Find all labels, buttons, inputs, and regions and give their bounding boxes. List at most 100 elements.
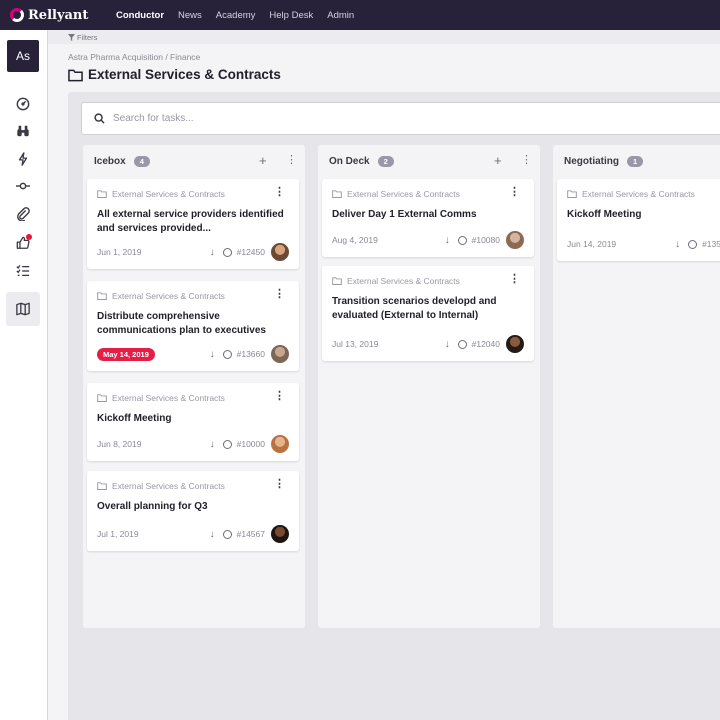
column-count-badge: 2 (377, 155, 394, 167)
card-menu-icon[interactable]: ⋮ (509, 274, 520, 285)
attachment-icon[interactable] (14, 205, 32, 223)
column-title: On Deck (329, 155, 370, 167)
card-title: Deliver Day 1 External Comms (332, 209, 477, 220)
breadcrumb[interactable]: Astra Pharma Acquisition / Finance (68, 52, 200, 62)
task-card[interactable]: External Services & Contracts ⋮ Distribu… (87, 281, 299, 371)
card-id: #12450 (236, 247, 265, 257)
commit-icon[interactable] (14, 177, 32, 195)
card-footer: Aug 4, 2019 ↓ #10080 (332, 231, 524, 249)
column-negotiating: Negotiating 1 External Services & Contra… (553, 145, 720, 628)
lightning-icon[interactable] (14, 150, 32, 168)
card-title: All external service providers identifie… (97, 209, 284, 234)
column-header: Icebox 4 + ⋮ (83, 145, 305, 177)
search-icon (94, 113, 105, 124)
card-menu-icon[interactable]: ⋮ (274, 289, 285, 300)
card-project-label: External Services & Contracts (347, 276, 460, 286)
nav-item-news[interactable]: News (178, 10, 202, 21)
assignee-avatar[interactable] (271, 435, 289, 453)
priority-arrow-icon: ↓ (209, 438, 215, 450)
card-project-label: External Services & Contracts (112, 291, 225, 301)
folder-icon (68, 69, 83, 81)
folder-icon (567, 190, 577, 198)
folder-icon (332, 190, 342, 198)
status-circle-icon (688, 239, 698, 249)
task-card[interactable]: External Services & Contracts ⋮ Kickoff … (87, 383, 299, 461)
logo-text: Rellyant (28, 7, 89, 23)
folder-icon (332, 277, 342, 285)
priority-arrow-icon: ↓ (209, 348, 215, 360)
card-project: External Services & Contracts (97, 291, 225, 301)
card-project-label: External Services & Contracts (582, 189, 695, 199)
status-circle-icon (222, 247, 232, 257)
folder-icon (97, 190, 107, 198)
filters-bar[interactable]: Filters (48, 30, 720, 44)
add-card-icon[interactable]: + (494, 154, 502, 167)
filter-icon (68, 33, 75, 41)
nav-item-help-desk[interactable]: Help Desk (269, 10, 313, 21)
thumbs-up-icon[interactable] (14, 234, 32, 252)
card-project: External Services & Contracts (332, 189, 460, 199)
column-title: Icebox (94, 155, 126, 167)
card-title: Overall planning for Q3 (97, 501, 208, 512)
card-id: #10080 (471, 235, 500, 245)
assignee-avatar[interactable] (506, 335, 524, 353)
priority-arrow-icon: ↓ (444, 338, 450, 350)
search-bar (81, 102, 720, 135)
card-project-label: External Services & Contracts (112, 393, 225, 403)
card-menu-icon[interactable]: ⋮ (274, 479, 285, 490)
status-circle-icon (457, 339, 467, 349)
card-menu-icon[interactable]: ⋮ (274, 391, 285, 402)
task-card[interactable]: External Services & Contracts ⋮ Deliver … (322, 179, 534, 257)
priority-arrow-icon: ↓ (209, 528, 215, 540)
filters-label: Filters (77, 32, 98, 42)
card-footer: Jun 1, 2019 ↓ #12450 (97, 243, 289, 261)
card-date: Jul 13, 2019 (332, 339, 379, 349)
status-circle-icon (222, 349, 232, 359)
search-input[interactable] (113, 113, 513, 124)
card-project: External Services & Contracts (332, 276, 460, 286)
page-title: External Services & Contracts (68, 67, 281, 82)
workspace-avatar[interactable]: As (7, 40, 39, 72)
card-project-label: External Services & Contracts (347, 189, 460, 199)
column-on-deck: On Deck 2 + ⋮ External Services & Contra… (318, 145, 540, 628)
card-footer: Jul 1, 2019 ↓ #14567 (97, 525, 289, 543)
folder-icon (97, 292, 107, 300)
card-footer: May 14, 2019 ↓ #13660 (97, 345, 289, 363)
logo[interactable]: Rellyant (10, 8, 102, 23)
card-footer: Jun 8, 2019 ↓ #10000 (97, 435, 289, 453)
task-card[interactable]: External Services & Contracts Kickoff Me… (557, 179, 720, 261)
column-count-badge: 4 (133, 155, 150, 167)
card-menu-icon[interactable]: ⋮ (509, 187, 520, 198)
assignee-avatar[interactable] (271, 345, 289, 363)
nav-item-academy[interactable]: Academy (216, 10, 256, 21)
card-id: #13660 (236, 349, 265, 359)
card-menu-icon[interactable]: ⋮ (274, 187, 285, 198)
task-card[interactable]: External Services & Contracts ⋮ Overall … (87, 471, 299, 551)
map-icon[interactable] (14, 300, 32, 318)
nav-item-conductor[interactable]: Conductor (116, 10, 164, 21)
column-icebox: Icebox 4 + ⋮ External Services & Contrac… (83, 145, 305, 628)
priority-arrow-icon: ↓ (209, 246, 215, 258)
page-title-text: External Services & Contracts (88, 67, 281, 82)
folder-icon (97, 482, 107, 490)
assignee-avatar[interactable] (271, 525, 289, 543)
task-card[interactable]: External Services & Contracts ⋮ Transiti… (322, 266, 534, 361)
assignee-avatar[interactable] (506, 231, 524, 249)
card-project-label: External Services & Contracts (112, 481, 225, 491)
card-date: Jun 14, 2019 (567, 239, 617, 249)
task-card[interactable]: External Services & Contracts ⋮ All exte… (87, 179, 299, 269)
card-id: #10000 (236, 439, 265, 449)
column-header: Negotiating 1 (553, 145, 720, 177)
card-project: External Services & Contracts (97, 393, 225, 403)
nav-item-admin[interactable]: Admin (327, 10, 354, 21)
card-title: Transition scenarios developd and evalua… (332, 296, 497, 321)
add-card-icon[interactable]: + (259, 154, 267, 167)
checklist-icon[interactable] (14, 262, 32, 280)
card-id: #12040 (471, 339, 500, 349)
assignee-avatar[interactable] (271, 243, 289, 261)
dashboard-icon[interactable] (14, 95, 32, 113)
column-menu-icon[interactable]: ⋮ (286, 154, 297, 167)
folder-icon (97, 394, 107, 402)
binoculars-icon[interactable] (14, 122, 32, 140)
column-menu-icon[interactable]: ⋮ (521, 154, 532, 167)
